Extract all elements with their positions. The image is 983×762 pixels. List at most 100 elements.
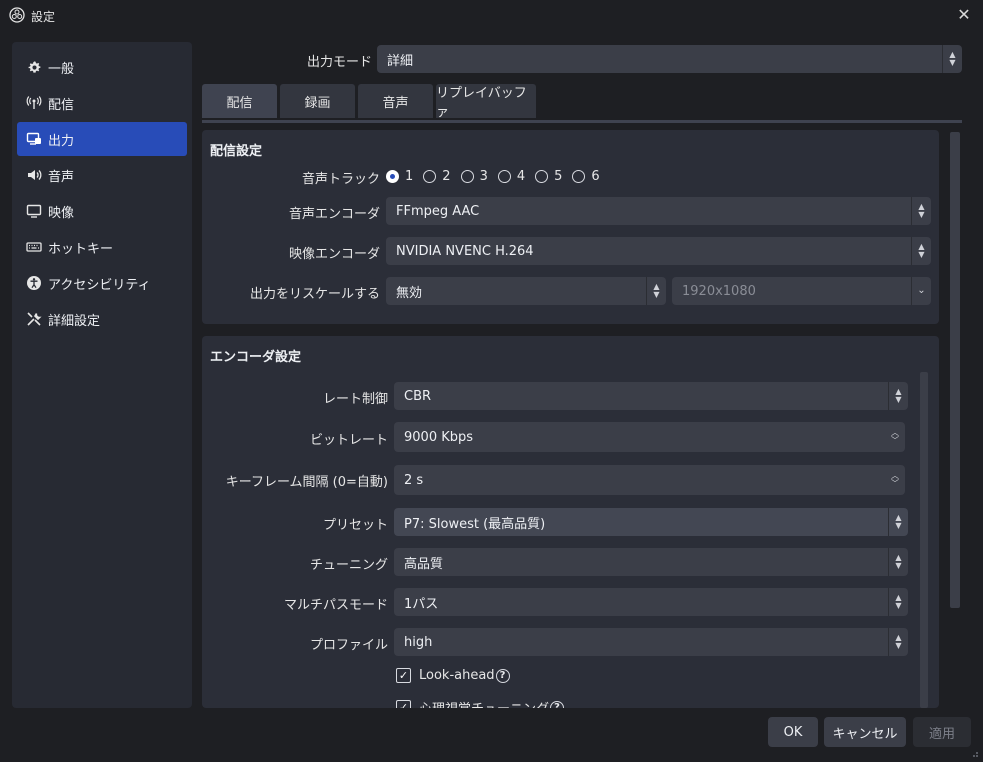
audio-track-label: 音声トラック (301, 172, 380, 187)
spinner-arrows-icon: ▲ ▼ (888, 382, 908, 410)
rate-control-select[interactable]: CBR ▲ ▼ (394, 382, 908, 410)
checkmark-icon: ✓ (396, 668, 411, 683)
profile-select[interactable]: high ▲ ▼ (394, 628, 908, 656)
preset-value: P7: Slowest (最高品質) (404, 516, 546, 532)
sidebar-item-advanced[interactable]: 詳細設定 (17, 302, 187, 336)
help-icon[interactable]: ? (495, 668, 510, 683)
output-settings-content: 出力モード 詳細 ▲ ▼ 配信 録画 音声 リプレイバッファ 配信設定 音声トラッ… (202, 42, 970, 708)
spinner-arrows-icon: ▲ ▼ (888, 508, 908, 536)
multipass-value: 1パス (404, 596, 439, 612)
video-encoder-value: NVIDIA NVENC H.264 (396, 243, 534, 259)
audio-track-radio-4[interactable]: 4 (497, 169, 525, 184)
radio-label: 1 (405, 169, 414, 184)
ok-label: OK (783, 724, 803, 740)
sidebar-item-general[interactable]: 一般 (17, 50, 187, 84)
sidebar-item-stream[interactable]: 配信 (17, 86, 187, 120)
bitrate-value: 9000 Kbps (404, 429, 474, 445)
bitrate-spinbox[interactable]: 9000 Kbps ︿ ﹀ (394, 422, 905, 452)
audio-track-radio-6[interactable]: 6 (572, 169, 600, 184)
rescale-select[interactable]: 無効 ▲ ▼ (386, 277, 666, 305)
bitrate-label: ビットレート (309, 433, 388, 448)
audio-track-radio-3[interactable]: 3 (460, 169, 488, 184)
outer-scrollbar[interactable] (950, 132, 960, 608)
encoder-settings-title: エンコーダ設定 (210, 350, 302, 365)
tab-replay-buffer[interactable]: リプレイバッファ (436, 84, 536, 120)
tab-streaming[interactable]: 配信 (202, 84, 277, 118)
speaker-icon (26, 167, 42, 183)
radio-label: 2 (442, 169, 451, 184)
preset-label: プリセット (322, 518, 388, 533)
output-tabs: 配信 録画 音声 リプレイバッファ (202, 84, 539, 121)
keyframe-interval-label: キーフレーム間隔 (0=自動) (225, 475, 388, 490)
psycho-visual-tuning-checkbox[interactable]: ✓ 心理視覚チューニング ? (396, 698, 565, 708)
audio-track-radio-1[interactable]: 1 (386, 169, 413, 184)
antenna-icon (26, 95, 42, 111)
rescale-value: 無効 (396, 285, 423, 301)
audio-encoder-value: FFmpeg AAC (396, 203, 480, 219)
tuning-value: 高品質 (404, 556, 444, 572)
apply-button[interactable]: 適用 (913, 717, 971, 747)
spinner-arrows-icon: ▲ ▼ (911, 197, 931, 225)
multipass-label: マルチパスモード (283, 598, 388, 613)
sidebar-item-accessibility[interactable]: アクセシビリティ (17, 266, 187, 300)
video-encoder-label: 映像エンコーダ (288, 247, 380, 262)
output-mode-select[interactable]: 詳細 ▲ ▼ (377, 45, 962, 73)
tab-audio[interactable]: 音声 (358, 84, 433, 118)
tab-recording[interactable]: 録画 (280, 84, 355, 118)
gear-icon (26, 59, 42, 75)
spinner-arrows-icon: ▲ ▼ (942, 45, 962, 73)
spinner-arrows-icon: ▲ ▼ (888, 548, 908, 576)
close-icon[interactable]: ✕ (955, 6, 973, 24)
sidebar-item-hotkeys[interactable]: ホットキー (17, 230, 187, 264)
monitor-icon (26, 203, 42, 219)
spinner-arrows-icon: ▲ ▼ (911, 237, 931, 265)
tab-label: 配信 (226, 95, 253, 111)
rescale-resolution-value: 1920x1080 (682, 283, 756, 299)
rate-control-value: CBR (404, 388, 432, 404)
resize-grip-icon[interactable] (971, 750, 979, 758)
spinner-arrows-icon: ▲ ▼ (646, 277, 666, 305)
sidebar-item-video[interactable]: 映像 (17, 194, 187, 228)
accessibility-icon (26, 275, 42, 291)
audio-track-radio-2[interactable]: 2 (423, 169, 451, 184)
audio-encoder-select[interactable]: FFmpeg AAC ▲ ▼ (386, 197, 931, 225)
sidebar-item-label: ホットキー (48, 241, 114, 257)
multipass-select[interactable]: 1パス ▲ ▼ (394, 588, 908, 616)
ok-button[interactable]: OK (768, 717, 818, 747)
cancel-label: キャンセル (832, 726, 898, 742)
preset-select[interactable]: P7: Slowest (最高品質) ▲ ▼ (394, 508, 908, 536)
output-mode-value: 詳細 (387, 53, 414, 69)
sidebar-item-label: 配信 (48, 97, 75, 113)
inner-scrollbar[interactable] (920, 372, 928, 708)
stepper-arrows-icon[interactable]: ︿ ﹀ (885, 465, 905, 495)
obs-logo-icon (9, 7, 25, 23)
sidebar-item-label: 詳細設定 (48, 313, 101, 329)
tab-underline (202, 120, 962, 123)
radio-label: 3 (479, 169, 488, 184)
tools-icon (26, 311, 42, 327)
tuning-label: チューニング (309, 558, 388, 573)
help-icon[interactable]: ? (550, 700, 565, 708)
audio-track-radio-5[interactable]: 5 (535, 169, 562, 184)
stream-settings-panel: 配信設定 音声トラック 1 2 3 4 5 6 音声エンコーダ FFmpeg A… (202, 130, 939, 324)
output-icon (26, 131, 42, 147)
cancel-button[interactable]: キャンセル (824, 717, 906, 747)
profile-label: プロファイル (309, 638, 388, 653)
apply-label: 適用 (928, 726, 955, 742)
tab-label: 録画 (304, 95, 331, 111)
encoder-settings-panel: エンコーダ設定 レート制御 CBR ▲ ▼ ビットレート 9000 Kbps ︿ ﹀… (202, 336, 939, 708)
tuning-select[interactable]: 高品質 ▲ ▼ (394, 548, 908, 576)
output-mode-label: 出力モード (306, 55, 372, 70)
keyframe-interval-spinbox[interactable]: 2 s ︿ ﹀ (394, 465, 905, 495)
checkmark-icon: ✓ (396, 700, 411, 708)
video-encoder-select[interactable]: NVIDIA NVENC H.264 ▲ ▼ (386, 237, 931, 265)
lookahead-label: Look-ahead (419, 668, 495, 683)
sidebar-item-audio[interactable]: 音声 (17, 158, 187, 192)
lookahead-checkbox[interactable]: ✓ Look-ahead ? (396, 668, 510, 683)
chevron-down-icon: ⌄ (911, 277, 931, 305)
sidebar-item-output[interactable]: 出力 (17, 122, 187, 156)
stepper-arrows-icon[interactable]: ︿ ﹀ (885, 422, 905, 452)
sidebar-item-label: 音声 (48, 169, 75, 185)
audio-encoder-label: 音声エンコーダ (288, 207, 380, 222)
sidebar-item-label: 出力 (48, 133, 75, 149)
